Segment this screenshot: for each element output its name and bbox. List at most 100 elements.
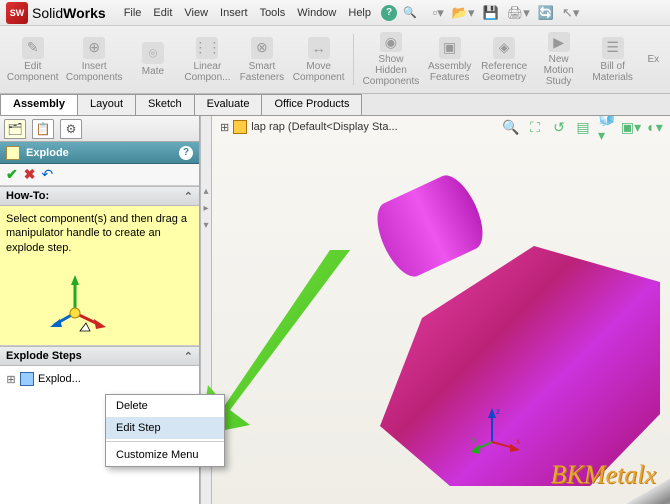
ctx-delete[interactable]: Delete	[106, 395, 224, 417]
menu-help[interactable]: Help	[348, 7, 371, 19]
panel-title: Explode	[26, 147, 69, 159]
ribbon-bom[interactable]: ☰Bill ofMaterials	[589, 30, 637, 89]
bom-icon: ☰	[602, 37, 624, 59]
zoom-area-icon[interactable]: ⛶	[526, 118, 544, 136]
show-hidden-icon: ◉	[380, 32, 402, 52]
model-cylinder	[368, 169, 492, 284]
search-icon[interactable]: 🔍	[403, 6, 417, 19]
explode-step-item[interactable]: ⊞ Explod...	[6, 370, 193, 388]
steps-section-header[interactable]: Explode Steps ⌃	[0, 346, 199, 366]
hide-show-icon[interactable]: ◐▾	[646, 118, 664, 136]
main-workspace: 🗂 📋 ⚙ Explode ? ✔ ✖ ↶ How-To: ⌃ Select c…	[0, 116, 670, 504]
ribbon-mate[interactable]: ⌾Mate	[129, 30, 177, 89]
ribbon-smart-fasteners[interactable]: ⊗SmartFasteners	[238, 30, 286, 89]
ribbon-insert-components[interactable]: ⊕InsertComponents	[65, 30, 122, 89]
svg-text:x: x	[516, 437, 520, 446]
motion-study-icon: ▶	[548, 32, 570, 52]
prev-view-icon[interactable]: ↺	[550, 118, 568, 136]
ribbon-toolbar: ✎EditComponent ⊕InsertComponents ⌾Mate ⋮…	[0, 26, 670, 94]
view-orientation-icon[interactable]: 🧊▾	[598, 118, 616, 136]
qat-save-icon[interactable]: 💾	[483, 5, 499, 21]
qat-new-icon[interactable]: ▫▾	[433, 5, 444, 21]
flyout-tree-root[interactable]: ⊞ lap rap (Default<Display Sta...	[220, 120, 398, 134]
panel-tab-feature-tree-icon[interactable]: 🗂	[4, 119, 26, 139]
section-view-icon[interactable]: ▤	[574, 118, 592, 136]
tab-evaluate[interactable]: Evaluate	[194, 94, 263, 115]
ribbon-move-component[interactable]: ↔MoveComponent	[292, 30, 345, 89]
steps-title: Explode Steps	[6, 350, 82, 362]
mate-icon: ⌾	[142, 42, 164, 64]
chevron-up-icon: ⌃	[184, 190, 193, 203]
app-logo: SW	[6, 2, 28, 24]
reference-geometry-icon: ◈	[493, 37, 515, 59]
command-tabs: Assembly Layout Sketch Evaluate Office P…	[0, 94, 670, 116]
menu-file[interactable]: File	[124, 7, 142, 19]
undo-button[interactable]: ↶	[41, 166, 53, 183]
quick-access-toolbar: ▫▾ 📂▾ 💾 🖨▾ 🔄 ↖▾	[433, 5, 580, 21]
menu-edit[interactable]: Edit	[153, 7, 172, 19]
tab-office-products[interactable]: Office Products	[261, 94, 362, 115]
assembly-features-icon: ▣	[439, 37, 461, 59]
tree-expand-icon[interactable]: ⊞	[220, 121, 229, 134]
assembly-icon	[233, 120, 247, 134]
panel-tab-config-icon[interactable]: ⚙	[60, 119, 82, 139]
ribbon-assembly-features[interactable]: ▣AssemblyFeatures	[426, 30, 474, 89]
ribbon-reference-geometry[interactable]: ◈ReferenceGeometry	[480, 30, 529, 89]
move-component-icon: ↔	[308, 37, 330, 59]
graphics-viewport[interactable]: ⊞ lap rap (Default<Display Sta... 🔍 ⛶ ↺ …	[212, 116, 670, 504]
menu-view[interactable]: View	[184, 7, 208, 19]
insert-components-icon: ⊕	[83, 37, 105, 59]
context-menu: Delete Edit Step Customize Menu	[105, 394, 225, 467]
linear-pattern-icon: ⋮⋮	[196, 37, 218, 59]
panel-tab-property-icon[interactable]: 📋	[32, 119, 54, 139]
ribbon-linear-pattern[interactable]: ⋮⋮LinearCompon...	[183, 30, 232, 89]
howto-text: Select component(s) and then drag a mani…	[6, 212, 193, 255]
panel-tab-row: 🗂 📋 ⚙	[0, 116, 199, 142]
manipulator-triad-icon	[50, 273, 110, 333]
ctx-edit-step[interactable]: Edit Step	[106, 417, 224, 439]
brand-suffix: Works	[63, 5, 106, 21]
explode-icon	[6, 146, 20, 160]
ribbon-overflow[interactable]: Ex	[643, 30, 664, 89]
tab-assembly[interactable]: Assembly	[0, 94, 78, 115]
edit-component-icon: ✎	[22, 37, 44, 59]
brand-prefix: Solid	[32, 5, 63, 21]
tree-expand-icon[interactable]: ⊞	[6, 373, 16, 386]
svg-text:z: z	[496, 407, 500, 416]
ribbon-show-hidden[interactable]: ◉ShowHiddenComponents	[362, 30, 419, 89]
panel-action-row: ✔ ✖ ↶	[0, 164, 199, 186]
tab-layout[interactable]: Layout	[77, 94, 136, 115]
ctx-separator	[106, 441, 224, 442]
splitter-down-icon[interactable]: ▾	[203, 220, 208, 231]
qat-open-icon[interactable]: 📂▾	[452, 5, 475, 21]
ok-button[interactable]: ✔	[6, 166, 18, 183]
panel-help-icon[interactable]: ?	[179, 146, 193, 160]
splitter-up-icon[interactable]: ▴	[203, 186, 208, 197]
heads-up-view-toolbar: 🔍 ⛶ ↺ ▤ 🧊▾ ▣▾ ◐▾	[502, 118, 664, 136]
orientation-triad-icon: z x y	[472, 404, 522, 454]
howto-body: Select component(s) and then drag a mani…	[0, 206, 199, 346]
ribbon-edit-component[interactable]: ✎EditComponent	[6, 30, 59, 89]
howto-title: How-To:	[6, 190, 49, 202]
qat-print-icon[interactable]: 🖨▾	[507, 5, 530, 21]
qat-select-icon[interactable]: ↖▾	[562, 5, 579, 21]
qat-rebuild-icon[interactable]: 🔄	[538, 5, 554, 21]
zoom-fit-icon[interactable]: 🔍	[502, 118, 520, 136]
tab-sketch[interactable]: Sketch	[135, 94, 195, 115]
help-icon[interactable]: ?	[381, 5, 397, 21]
cancel-button[interactable]: ✖	[24, 166, 36, 183]
ribbon-divider	[353, 34, 354, 85]
smart-fasteners-icon: ⊗	[251, 37, 273, 59]
watermark-text: BKMetalx	[551, 460, 656, 490]
svg-text:y: y	[472, 435, 476, 444]
app-brand: SolidWorks	[32, 5, 106, 21]
menu-window[interactable]: Window	[297, 7, 336, 19]
ribbon-motion-study[interactable]: ▶NewMotionStudy	[535, 30, 583, 89]
howto-section-header[interactable]: How-To: ⌃	[0, 186, 199, 206]
menu-tools[interactable]: Tools	[260, 7, 286, 19]
chevron-up-icon: ⌃	[184, 350, 193, 363]
splitter-right-icon[interactable]: ▸	[203, 203, 208, 214]
ctx-customize-menu[interactable]: Customize Menu	[106, 444, 224, 466]
menu-insert[interactable]: Insert	[220, 7, 248, 19]
display-style-icon[interactable]: ▣▾	[622, 118, 640, 136]
